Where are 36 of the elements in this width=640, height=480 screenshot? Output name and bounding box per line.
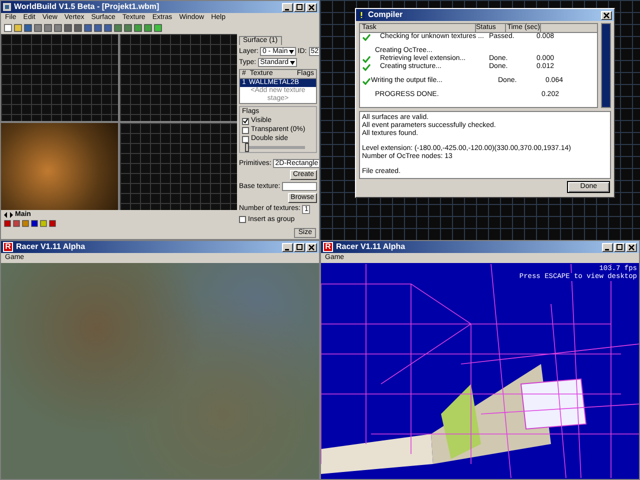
dialog-title: Compiler [368, 10, 403, 20]
maximize-icon [296, 244, 303, 250]
window-title: Racer V1.11 Alpha [336, 242, 406, 252]
caret-icon [288, 50, 294, 54]
slider-track[interactable] [245, 146, 305, 150]
app-icon [3, 3, 11, 11]
render-viewport[interactable] [1, 122, 118, 210]
checkbox[interactable] [239, 216, 246, 224]
checkbox[interactable] [242, 136, 249, 143]
close-button[interactable] [306, 242, 317, 252]
minimize-button[interactable] [602, 242, 613, 252]
app-logo: R [323, 242, 333, 252]
checkbox[interactable] [242, 118, 249, 125]
maximize-button[interactable] [614, 242, 625, 252]
minimize-button[interactable] [282, 2, 293, 12]
alert-icon [358, 11, 365, 19]
close-button[interactable] [601, 10, 612, 20]
close-icon [308, 4, 315, 10]
window-title: Racer V1.11 Alpha [16, 242, 86, 252]
maximize-icon [616, 244, 623, 250]
maximize-icon [296, 4, 303, 10]
slider-thumb[interactable] [245, 143, 249, 152]
maximize-button[interactable] [294, 2, 305, 12]
caret-icon [290, 60, 295, 65]
maximize-button[interactable] [294, 242, 305, 252]
app-logo: R [3, 242, 13, 252]
close-button[interactable] [306, 2, 317, 12]
checkbox[interactable] [242, 126, 249, 134]
close-icon [308, 244, 315, 250]
close-icon [628, 244, 635, 250]
close-button[interactable] [626, 242, 637, 252]
minimize-button[interactable] [282, 242, 293, 252]
close-icon [603, 12, 610, 18]
arrows-icon [4, 212, 13, 218]
base-texture-field[interactable] [282, 182, 317, 192]
window-title: WorldBuild V1.5 Beta - [Projekt1.wbm] [14, 2, 160, 12]
